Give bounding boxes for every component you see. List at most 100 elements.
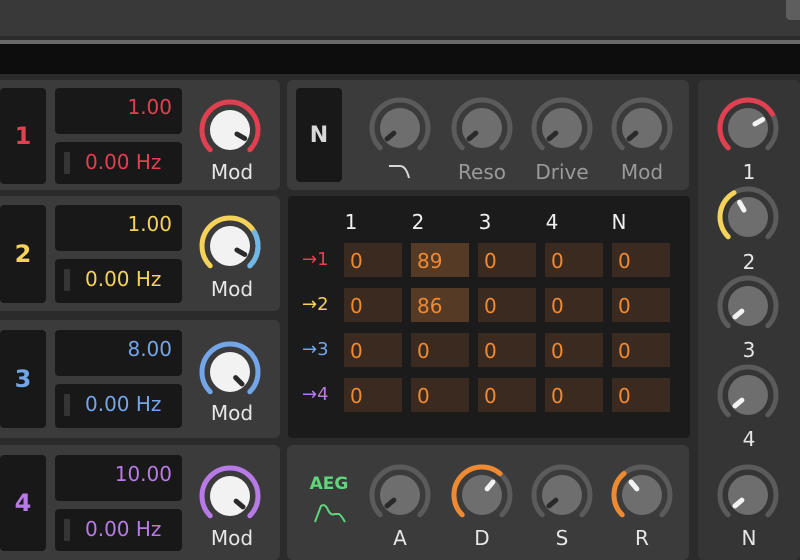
matrix-column-header: 3	[478, 210, 492, 234]
env-decay-label: D	[474, 526, 490, 550]
scrollbar-thumb[interactable]	[786, 0, 800, 20]
mixer-1-knob[interactable]	[716, 96, 780, 160]
knob-cap	[210, 476, 250, 516]
matrix-cell[interactable]: 0	[545, 288, 603, 322]
osc-4-mod-label: Mod	[210, 526, 254, 550]
osc-2-button[interactable]: 2	[0, 205, 46, 303]
mixer-4-knob[interactable]	[716, 363, 780, 427]
matrix-cell[interactable]: 86	[411, 288, 469, 322]
knob-cap	[542, 475, 582, 515]
knob-cap	[622, 108, 662, 148]
rate-bar	[64, 394, 70, 416]
osc-1-rate-value: 0.00 Hz	[85, 150, 162, 174]
knob-cap	[728, 375, 768, 415]
matrix-cell[interactable]: 0	[478, 288, 536, 322]
matrix-column-header: N	[611, 210, 627, 234]
lowpass-filter-icon	[389, 165, 410, 179]
osc-2-mod-label: Mod	[210, 277, 254, 301]
matrix-cell[interactable]: 0	[545, 333, 603, 367]
matrix-cell[interactable]: 0	[344, 378, 402, 412]
osc-1-rate-field[interactable]: 0.00 Hz	[55, 142, 182, 184]
matrix-column-header: 4	[545, 210, 559, 234]
env-sustain-knob[interactable]	[530, 463, 594, 527]
matrix-cell[interactable]: 0	[545, 243, 603, 277]
matrix-row-label: →2	[302, 294, 329, 315]
knob-cap	[380, 475, 420, 515]
mixer-noise-knob[interactable]	[716, 463, 780, 527]
noise-reso-label: Reso	[458, 160, 506, 184]
osc-3-level-field[interactable]: 8.00	[55, 330, 182, 376]
matrix-cell[interactable]: 0	[478, 333, 536, 367]
mixer-4-label: 4	[742, 427, 756, 451]
osc-3-mod-label: Mod	[210, 401, 254, 425]
env-decay-knob[interactable]	[450, 463, 514, 527]
matrix-cell[interactable]: 0	[612, 333, 670, 367]
matrix-cell[interactable]: 0	[478, 378, 536, 412]
noise-mod-label: Mod	[620, 160, 664, 184]
matrix-cell[interactable]: 89	[411, 243, 469, 277]
envelope-shape-icon	[314, 504, 346, 523]
mixer-2-knob[interactable]	[716, 185, 780, 249]
matrix-cell[interactable]: 0	[612, 288, 670, 322]
osc-1-mod-label: Mod	[210, 160, 254, 184]
osc-4-rate-value: 0.00 Hz	[85, 517, 162, 541]
osc-4-rate-field[interactable]: 0.00 Hz	[55, 509, 182, 551]
matrix-cell[interactable]: 0	[478, 243, 536, 277]
mixer-noise-label: N	[741, 526, 757, 550]
osc-3-rate-field[interactable]: 0.00 Hz	[55, 384, 182, 428]
env-sustain-label: S	[555, 526, 569, 550]
matrix-cell[interactable]: 0	[344, 333, 402, 367]
osc-3-rate-value: 0.00 Hz	[85, 392, 162, 416]
noise-drive-knob[interactable]	[530, 96, 594, 160]
knob-cap	[462, 108, 502, 148]
env-attack-knob[interactable]	[368, 463, 432, 527]
noise-filter-knob[interactable]	[368, 96, 432, 160]
matrix-cell[interactable]: 0	[344, 243, 402, 277]
noise-reso-knob[interactable]	[450, 96, 514, 160]
noise-drive-label: Drive	[535, 160, 589, 184]
mixer-1-label: 1	[742, 160, 756, 184]
osc-2-rate-value: 0.00 Hz	[85, 267, 162, 291]
osc-4-mod-knob[interactable]	[198, 464, 262, 528]
knob-cap	[462, 475, 502, 515]
matrix-column-header: 2	[411, 210, 425, 234]
mixer-3-label: 3	[742, 338, 756, 362]
knob-cap	[622, 475, 662, 515]
noise-mod-knob[interactable]	[610, 96, 674, 160]
env-attack-label: A	[393, 526, 407, 550]
osc-1-button[interactable]: 1	[0, 88, 46, 184]
rate-bar	[64, 152, 70, 174]
osc-3-button[interactable]: 3	[0, 330, 46, 428]
noise-button[interactable]: N	[296, 88, 342, 182]
matrix-row-label: →3	[302, 339, 329, 360]
osc-2-rate-field[interactable]: 0.00 Hz	[55, 259, 182, 303]
aeg-label: AEG	[309, 474, 349, 494]
osc-4-button[interactable]: 4	[0, 455, 46, 551]
matrix-row-label: →1	[302, 249, 329, 270]
device-header-band	[0, 44, 800, 74]
matrix-cell[interactable]: 0	[545, 378, 603, 412]
knob-cap	[728, 108, 768, 148]
osc-1-level-field[interactable]: 1.00	[55, 88, 182, 134]
top-toolbar	[0, 0, 800, 36]
osc-2-level-field[interactable]: 1.00	[55, 205, 182, 251]
matrix-cell[interactable]: 0	[612, 243, 670, 277]
knob-cap	[210, 352, 250, 392]
rate-bar	[64, 519, 70, 541]
matrix-cell[interactable]: 0	[612, 378, 670, 412]
matrix-cell[interactable]: 0	[344, 288, 402, 322]
rate-bar	[64, 269, 70, 291]
osc-1-mod-knob[interactable]	[198, 98, 262, 162]
env-release-knob[interactable]	[610, 463, 674, 527]
mixer-3-knob[interactable]	[716, 274, 780, 338]
matrix-cell[interactable]: 0	[411, 378, 469, 412]
knob-cap	[728, 286, 768, 326]
matrix-cell[interactable]: 0	[411, 333, 469, 367]
osc-3-mod-knob[interactable]	[198, 340, 262, 404]
knob-cap	[728, 197, 768, 237]
osc-2-mod-knob[interactable]	[198, 214, 262, 278]
knob-cap	[380, 108, 420, 148]
matrix-column-header: 1	[344, 210, 358, 234]
matrix-row-label: →4	[302, 384, 329, 405]
osc-4-level-field[interactable]: 10.00	[55, 455, 182, 501]
